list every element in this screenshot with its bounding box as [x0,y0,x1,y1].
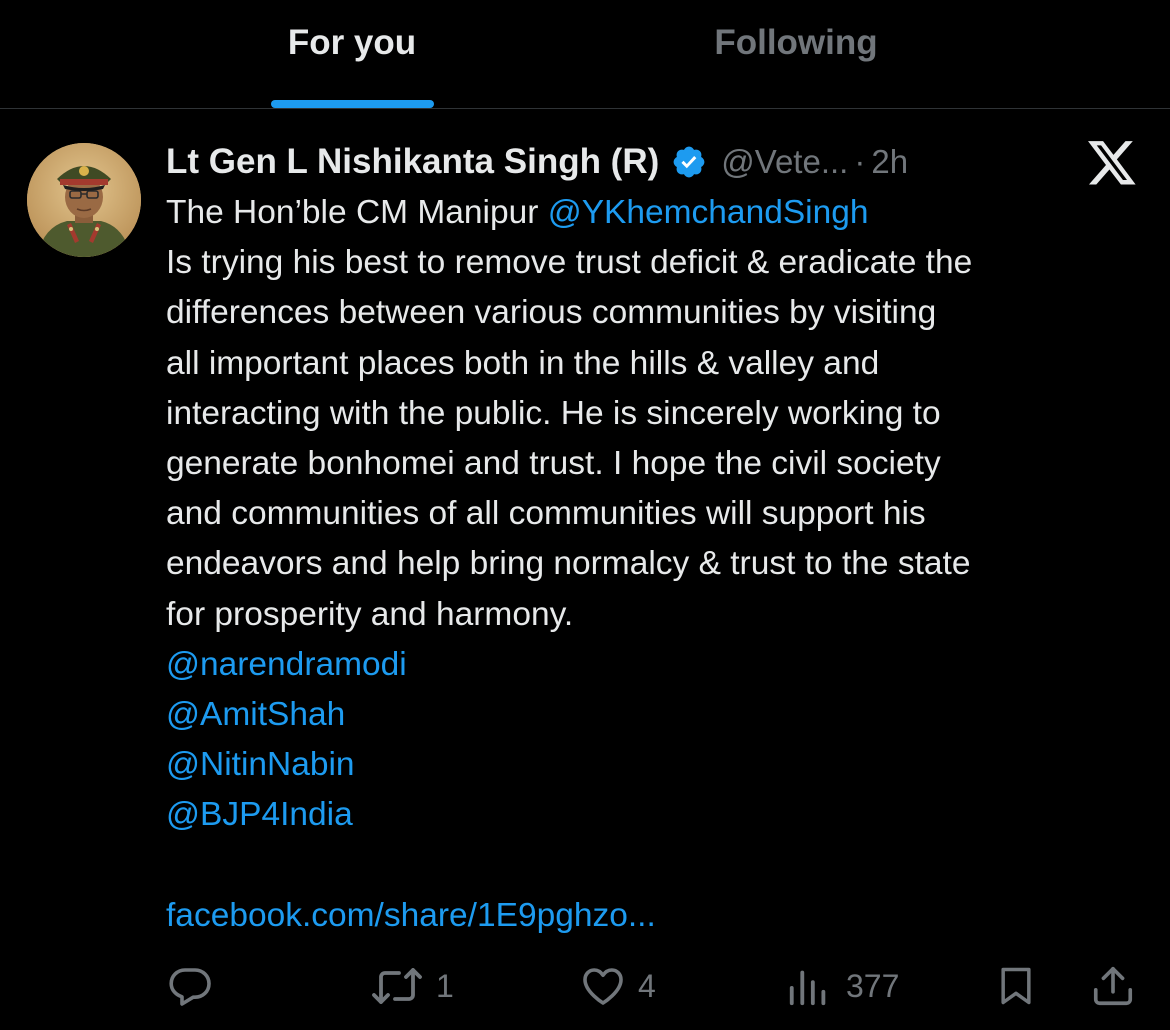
tweet-line: generate bonhomei and trust. I hope the … [166,444,941,482]
tweet-line: The Hon’ble CM Manipur @YKhemchandSingh [166,188,1156,238]
tab-for-you-label: For you [287,23,417,62]
facebook-link[interactable]: facebook.com/share/1E9pghzo... [166,891,1156,941]
x-logo-icon [1088,141,1136,185]
views-count: 377 [846,967,900,1004]
timeline-page: For you Following Lt Gen L Nishikanta Si… [0,0,1170,1030]
heart-icon [583,968,623,1005]
mention-amitshah[interactable]: @AmitShah [166,690,1156,740]
tweet-line: all important places both in the hills &… [166,344,880,382]
tweet-header: Lt Gen L Nishikanta Singh (R) @Vete... ·… [166,138,908,186]
author-handle[interactable]: @Vete... [721,143,848,181]
like-count: 4 [638,967,656,1004]
reply-icon [169,968,211,1006]
header-separator: · [854,143,866,180]
tweet-line: endeavors and help bring normalcy & trus… [166,545,971,583]
avatar-portrait-image [27,143,141,257]
tweet-line: differences between various communities … [166,294,937,332]
tweet-line: interacting with the public. He is since… [166,394,941,432]
retweet-count: 1 [436,967,454,1004]
views-chart-icon [789,970,826,1006]
tweet-line-text: The Hon’ble CM Manipur [166,194,548,231]
tweet-line: for prosperity and harmony. [166,595,574,633]
tweet-text: The Hon’ble CM Manipur @YKhemchandSingh … [166,188,1156,941]
active-tab-indicator [271,100,434,108]
tab-following-label: Following [714,23,878,62]
tweet-timestamp[interactable]: 2h [871,143,908,181]
views-button[interactable]: 377 [786,958,899,1014]
tweet-actions: 1 4 377 [0,958,1170,1014]
mention-narendramodi[interactable]: @narendramodi [166,640,1156,690]
bookmark-icon [1001,967,1031,1005]
mention-bjp4india[interactable]: @BJP4India [166,790,1156,840]
share-button[interactable] [1090,958,1136,1014]
timeline-tabs: For you Following [0,0,1170,109]
reply-button[interactable] [166,958,214,1014]
tab-following[interactable]: Following [666,0,926,108]
tweet-line: Is trying his best to remove trust defic… [166,244,973,282]
tweet-line: and communities of all communities will … [166,495,926,533]
mention-nitinnabin[interactable]: @NitinNabin [166,740,1156,790]
bookmark-button[interactable] [994,958,1038,1014]
tab-for-you[interactable]: For you [222,0,482,108]
verified-badge-icon [673,146,705,178]
share-icon [1093,966,1133,1006]
retweet-icon [372,968,422,1004]
like-button[interactable]: 4 [578,958,656,1014]
retweet-button[interactable]: 1 [368,958,454,1014]
mention-ykhemchandsingh[interactable]: @YKhemchandSingh [548,194,869,231]
author-name[interactable]: Lt Gen L Nishikanta Singh (R) [166,142,659,182]
avatar[interactable] [27,143,141,257]
